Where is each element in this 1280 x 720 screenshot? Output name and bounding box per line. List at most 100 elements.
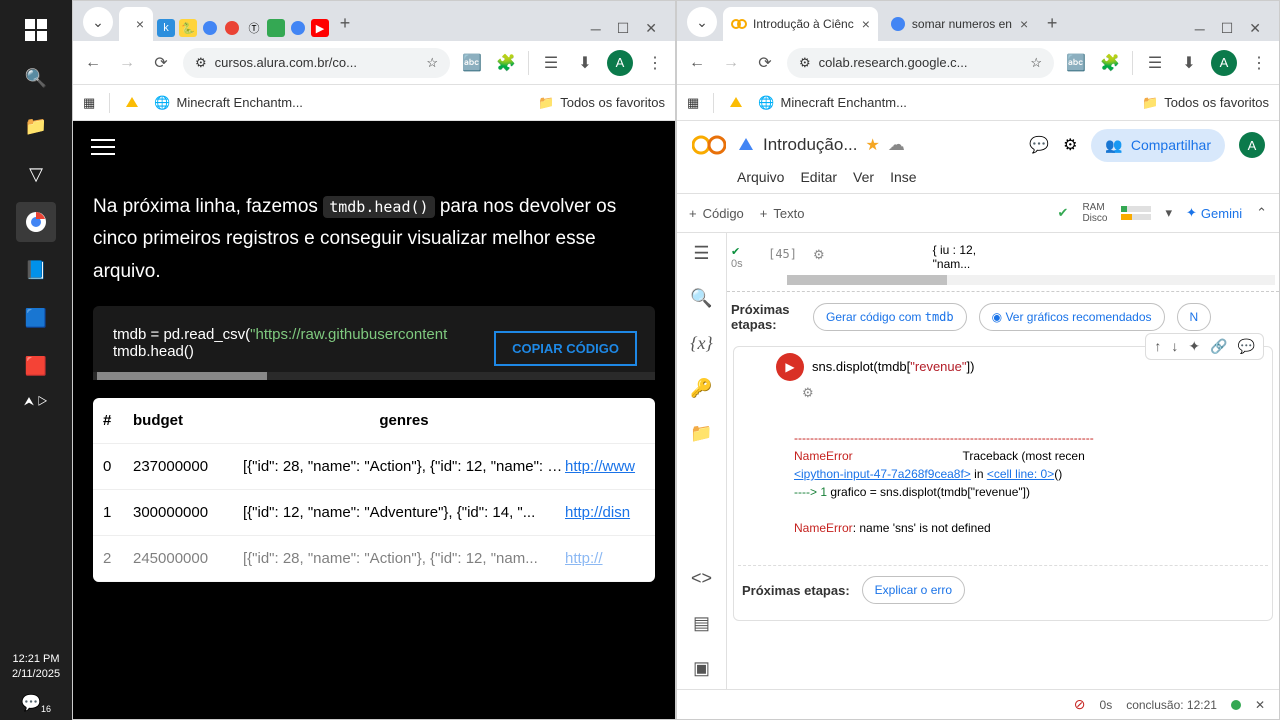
move-up-icon[interactable]: ↑: [1154, 338, 1161, 355]
colab-tab[interactable]: Introdução à Ciênc ×: [723, 7, 878, 41]
bg-tab-6[interactable]: [267, 19, 285, 37]
downloads-icon[interactable]: ⬇: [1177, 53, 1201, 73]
search-icon[interactable]: 🔍: [690, 288, 712, 309]
forward-button[interactable]: →: [115, 54, 139, 72]
menu-arquivo[interactable]: Arquivo: [737, 169, 784, 185]
star-icon[interactable]: ★: [866, 135, 880, 155]
tab-search-button[interactable]: ⌄: [83, 7, 113, 37]
bg-tab-2[interactable]: 🐍: [179, 19, 197, 37]
row-link[interactable]: http://www: [565, 458, 645, 475]
translate-icon[interactable]: 🔤: [1064, 53, 1088, 73]
status-close-icon[interactable]: ✕: [1255, 698, 1265, 712]
menu-ver[interactable]: Ver: [853, 169, 874, 185]
reading-list-icon[interactable]: ☰: [1143, 53, 1167, 73]
chip-recommended-charts[interactable]: ◉ Ver gráficos recomendados: [979, 303, 1165, 331]
drive-bookmark[interactable]: [124, 95, 140, 111]
notifications-icon[interactable]: 💬16: [21, 687, 51, 720]
all-bookmarks[interactable]: 📁 Todos os favoritos: [1142, 95, 1269, 111]
vars-icon[interactable]: {x}: [690, 333, 712, 354]
settings-icon[interactable]: ⚙: [1063, 135, 1077, 155]
chip-explain-error[interactable]: Explicar o erro: [862, 576, 965, 604]
all-bookmarks[interactable]: 📁 Todos os favoritos: [538, 95, 665, 111]
chip-generate-code[interactable]: Gerar código com tmdb: [813, 303, 967, 331]
run-cell-button[interactable]: ▶: [776, 353, 804, 381]
back-button[interactable]: ←: [685, 54, 709, 72]
bg-tab-4[interactable]: [223, 19, 241, 37]
translate-icon[interactable]: 🔤: [460, 53, 484, 73]
minecraft-bookmark[interactable]: 🌐 Minecraft Enchantm...: [154, 95, 303, 111]
site-info-icon[interactable]: ⚙: [195, 55, 207, 71]
active-tab[interactable]: ×: [119, 7, 153, 41]
bg-tab-1[interactable]: k: [157, 19, 175, 37]
star-icon[interactable]: ☆: [426, 55, 438, 71]
maximize-button[interactable]: ☐: [1221, 20, 1234, 37]
new-tab-button[interactable]: +: [1038, 9, 1066, 37]
star-icon[interactable]: ☆: [1030, 55, 1042, 71]
comments-icon[interactable]: 💬: [1029, 135, 1049, 155]
toc-icon[interactable]: ☰: [693, 243, 709, 264]
gemini-icon[interactable]: ✦: [1188, 338, 1200, 355]
code-hscroll[interactable]: [93, 372, 655, 380]
copy-code-button[interactable]: COPIAR CÓDIGO: [494, 331, 637, 366]
profile-avatar[interactable]: A: [607, 50, 633, 76]
close-tab-icon[interactable]: ×: [1020, 16, 1028, 32]
forward-button[interactable]: →: [719, 54, 743, 72]
bg-tab-3[interactable]: [201, 19, 219, 37]
address-bar[interactable]: ⚙ cursos.alura.com.br/co... ☆: [183, 48, 450, 78]
app-icon-1[interactable]: ▽: [16, 154, 56, 194]
chrome-menu-icon[interactable]: ⋮: [643, 53, 667, 73]
google-tab[interactable]: somar numeros en ×: [882, 7, 1036, 41]
search-icon[interactable]: 🔍: [16, 58, 56, 98]
extensions-icon[interactable]: 🧩: [494, 53, 518, 73]
start-button[interactable]: [16, 10, 56, 50]
comment-icon[interactable]: 💬: [1238, 338, 1255, 355]
insert-code-button[interactable]: + Código: [689, 206, 744, 221]
code-view-icon[interactable]: <>: [691, 568, 712, 589]
minecraft-bookmark[interactable]: 🌐 Minecraft Enchantm...: [758, 95, 907, 111]
address-bar[interactable]: ⚙ colab.research.google.c... ☆: [787, 48, 1054, 78]
bg-tab-8[interactable]: ▶: [311, 19, 329, 37]
new-tab-button[interactable]: +: [331, 9, 359, 37]
row-link[interactable]: http://disn: [565, 504, 645, 521]
chip-more[interactable]: N: [1177, 303, 1212, 331]
minimize-button[interactable]: ─: [1195, 21, 1205, 37]
menu-inserir[interactable]: Inse: [890, 169, 916, 185]
tab-search-button[interactable]: ⌄: [687, 7, 717, 37]
bg-tab-7[interactable]: [289, 19, 307, 37]
chrome-icon[interactable]: [16, 202, 56, 242]
reload-button[interactable]: ⟳: [149, 53, 173, 73]
menu-editar[interactable]: Editar: [800, 169, 837, 185]
bg-tab-5[interactable]: Ⓣ: [245, 19, 263, 37]
colab-avatar[interactable]: A: [1239, 132, 1265, 158]
colab-logo[interactable]: [691, 127, 727, 163]
app-icon-4[interactable]: 🟥: [16, 346, 56, 386]
profile-avatar[interactable]: A: [1211, 50, 1237, 76]
move-down-icon[interactable]: ↓: [1171, 338, 1178, 355]
runtime-menu-icon[interactable]: ▾: [1165, 205, 1172, 221]
site-info-icon[interactable]: ⚙: [799, 55, 811, 71]
apps-icon[interactable]: ▦: [83, 95, 95, 111]
insert-text-button[interactable]: + Texto: [760, 206, 805, 221]
link-icon[interactable]: 🔗: [1210, 338, 1227, 355]
collapse-icon[interactable]: ⌃: [1256, 205, 1267, 221]
secrets-icon[interactable]: 🔑: [690, 378, 712, 399]
files-icon[interactable]: 📁: [690, 423, 712, 444]
app-icon-2[interactable]: 📘: [16, 250, 56, 290]
downloads-icon[interactable]: ⬇: [573, 53, 597, 73]
close-window-button[interactable]: ✕: [645, 20, 657, 37]
taskbar-clock[interactable]: 12:21 PM 2/11/2025: [12, 652, 60, 687]
tray-expand[interactable]: ⮝ ▷: [0, 390, 72, 413]
close-tab-icon[interactable]: ×: [862, 16, 870, 32]
close-tab-icon[interactable]: ×: [136, 16, 144, 32]
maximize-button[interactable]: ☐: [617, 20, 630, 37]
hamburger-menu[interactable]: [91, 139, 115, 155]
chrome-menu-icon[interactable]: ⋮: [1247, 53, 1271, 73]
doc-title[interactable]: Introdução... ★ ☁: [737, 135, 905, 155]
code-input[interactable]: sns.displot(tmdb["revenue"]): [812, 355, 974, 379]
explorer-icon[interactable]: 📁: [16, 106, 56, 146]
cell-options-icon[interactable]: ⚙: [805, 243, 825, 263]
minimize-button[interactable]: ─: [591, 21, 601, 37]
app-icon-3[interactable]: 🟦: [16, 298, 56, 338]
reload-button[interactable]: ⟳: [753, 53, 777, 73]
gemini-button[interactable]: ✦ Gemini: [1186, 205, 1242, 221]
